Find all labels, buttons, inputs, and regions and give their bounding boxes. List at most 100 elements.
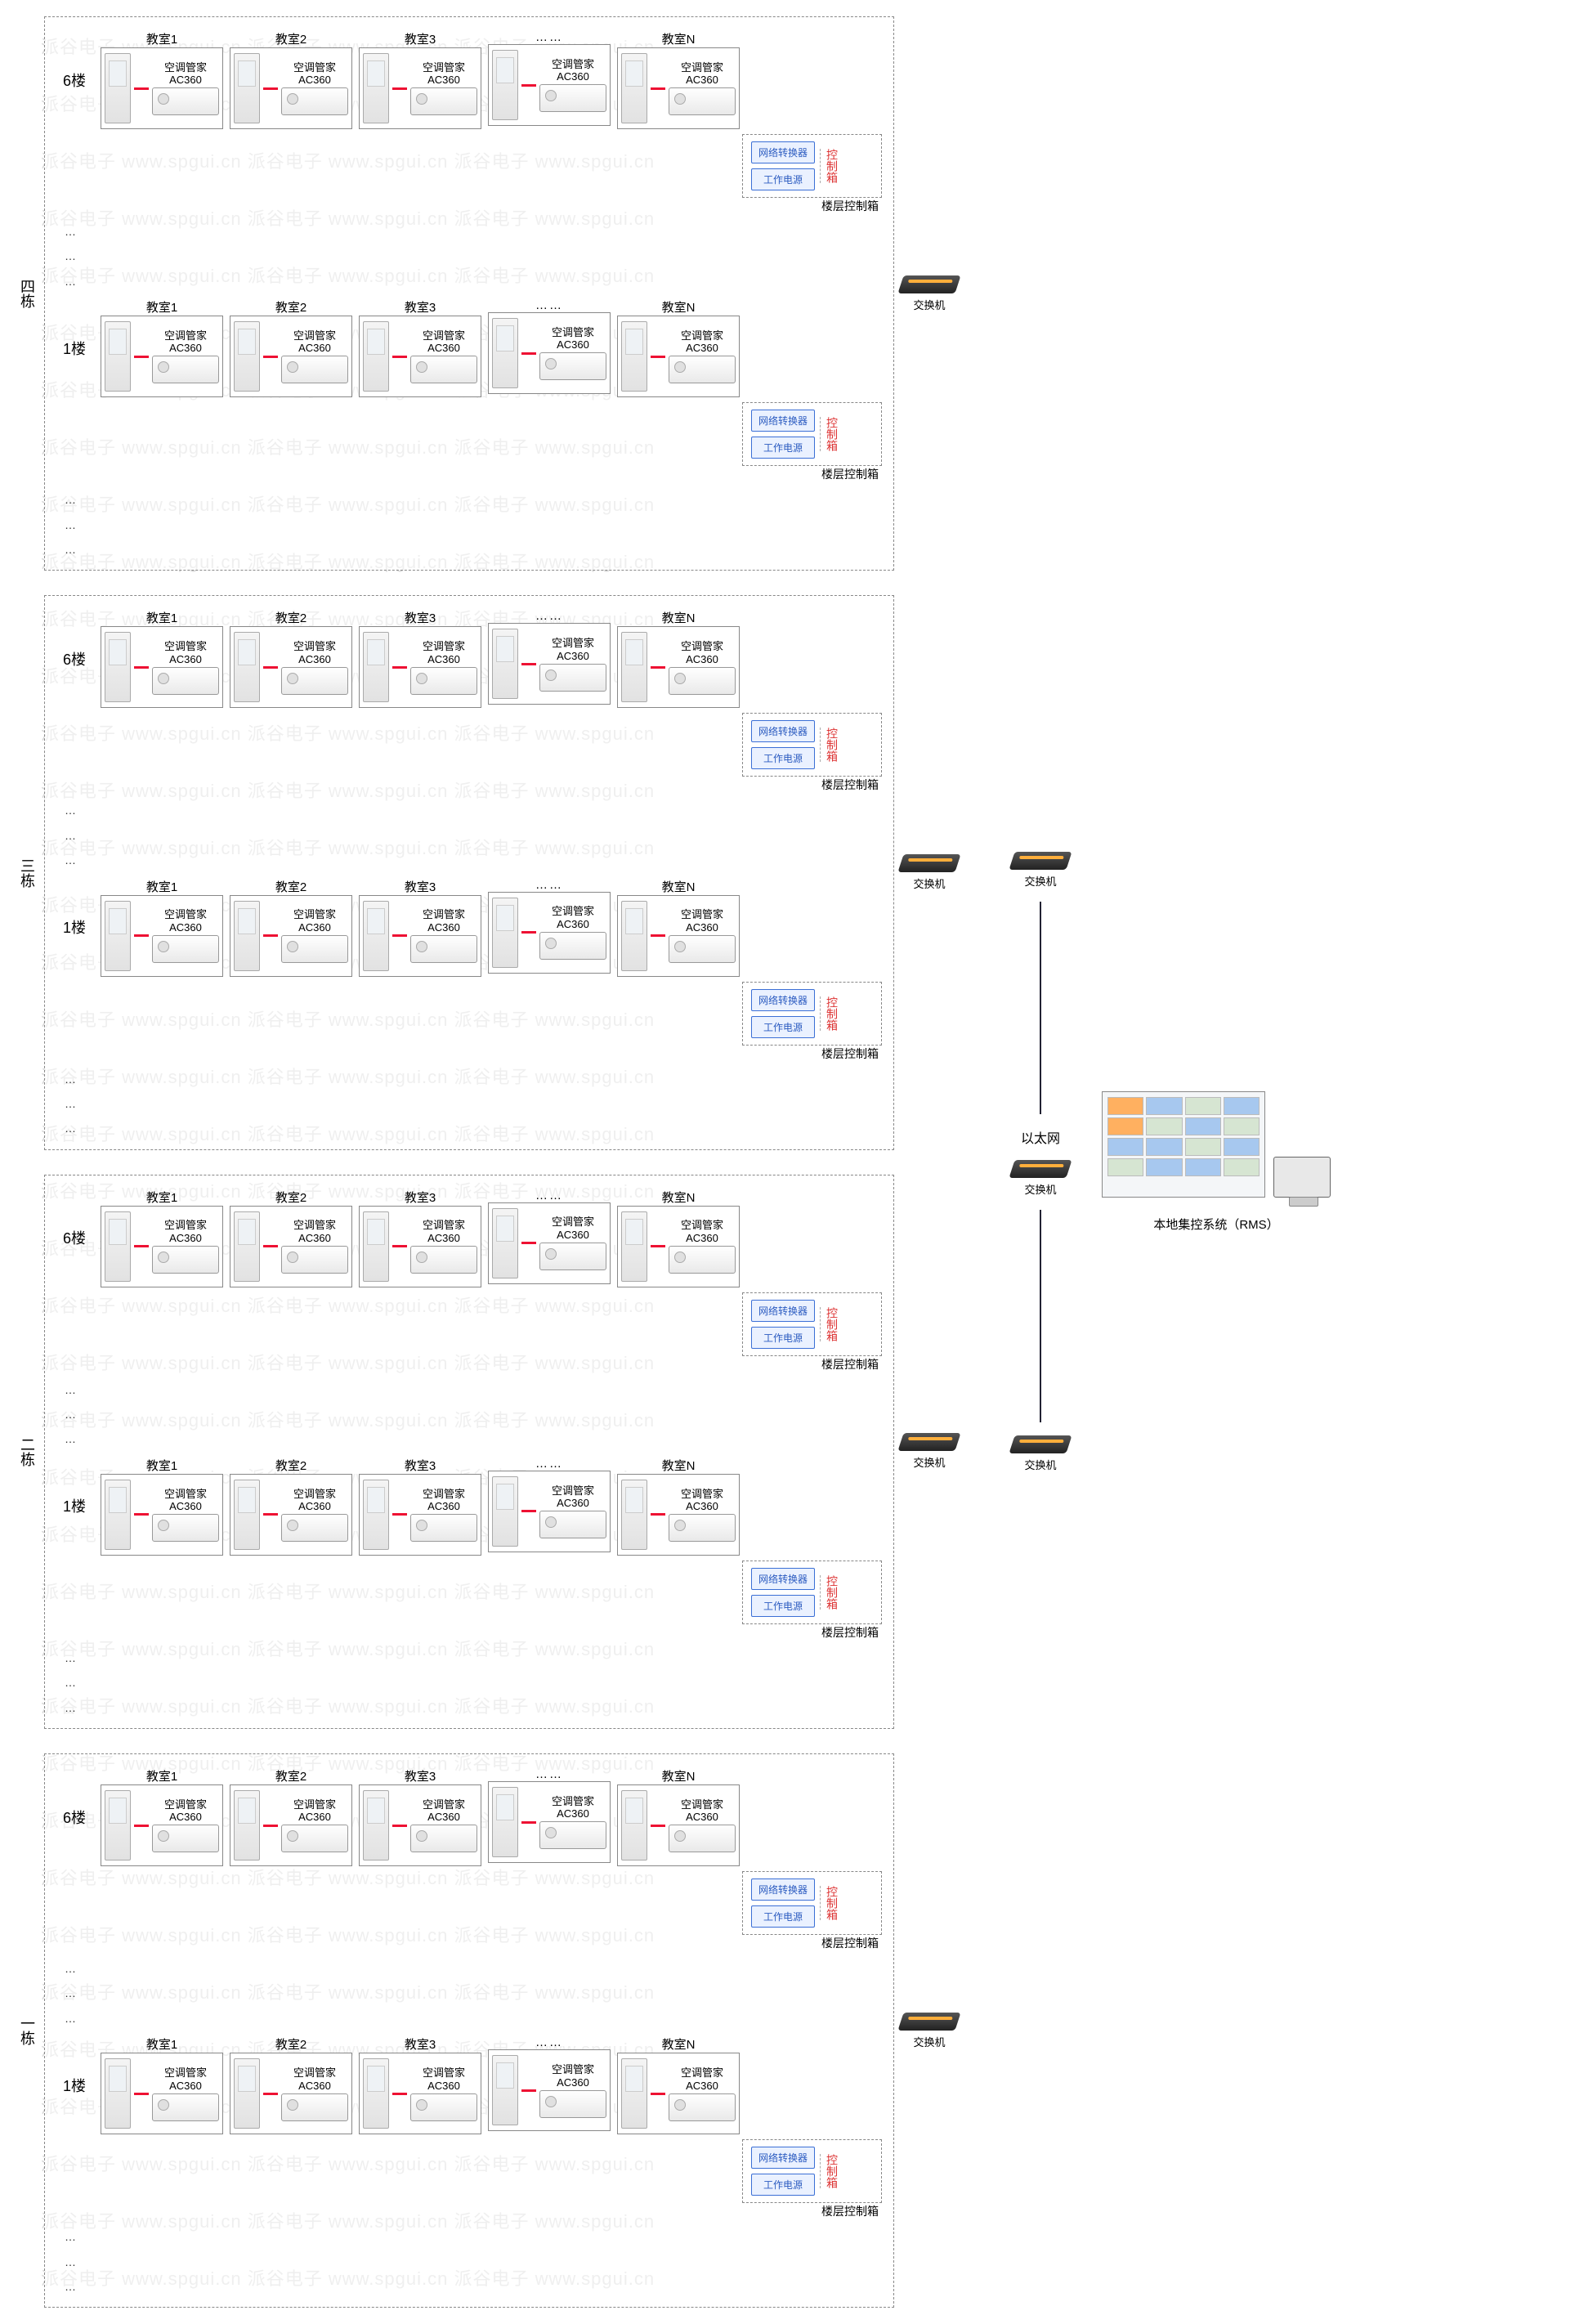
room-box: 空调管家AC360 — [230, 895, 352, 977]
controlbox-caption: 楼层控制箱 — [742, 1935, 879, 1951]
vertical-ellipsis: … — [56, 823, 882, 848]
ac-unit-icon — [234, 53, 260, 123]
ac-unit-icon — [621, 2058, 647, 2129]
power-supply: 工作电源 — [751, 168, 815, 190]
building-label: 四栋 — [16, 279, 38, 308]
room-name: …… — [488, 1189, 611, 1202]
building-switch: 交换机 — [901, 2013, 958, 2049]
controlbox-caption: 楼层控制箱 — [742, 1356, 879, 1372]
floor-row: 6楼教室1空调管家AC360教室2空调管家AC360教室3空调管家AC360……… — [56, 30, 882, 129]
switch-label: 交换机 — [1024, 1457, 1056, 1472]
room-box: 空调管家AC360 — [101, 1474, 223, 1556]
room-box: 空调管家AC360 — [230, 1206, 352, 1287]
power-supply: 工作电源 — [751, 1905, 815, 1928]
controlbox-caption: 楼层控制箱 — [742, 2203, 879, 2219]
controller-model: AC360 — [669, 653, 736, 665]
room-name: 教室1 — [101, 1189, 223, 1206]
connection-line — [651, 1825, 665, 1827]
controller-device-icon — [152, 356, 219, 383]
floor-label: 1楼 — [56, 916, 92, 938]
main-switch-mid: 交换机 — [1012, 1160, 1069, 1197]
vertical-ellipsis: … — [56, 1402, 882, 1426]
switch-icon — [897, 275, 960, 293]
network-converter: 网络转换器 — [751, 141, 815, 163]
switch-label: 交换机 — [913, 875, 945, 891]
pc-icon — [1273, 1157, 1331, 1198]
room-column: 教室3空调管家AC360 — [359, 298, 481, 397]
controller: 空调管家AC360 — [410, 1219, 477, 1274]
controller-device-icon — [152, 2093, 219, 2121]
room-box: 空调管家AC360 — [488, 1471, 611, 1552]
room-name: 教室N — [617, 1767, 740, 1784]
ac-unit-icon — [363, 53, 389, 123]
connection-line — [521, 1510, 536, 1512]
controller: 空调管家AC360 — [152, 1798, 219, 1853]
controller-name: 空调管家 — [152, 1219, 219, 1232]
room-box: 空调管家AC360 — [359, 626, 481, 708]
ac-unit-icon — [363, 901, 389, 971]
room-column: 教室N空调管家AC360 — [617, 1767, 740, 1866]
controlbox-side-label: 控制箱 — [820, 2154, 840, 2188]
controller-name: 空调管家 — [152, 61, 219, 74]
connection-line — [263, 1245, 278, 1247]
controller-device-icon — [410, 667, 477, 695]
network-side: 交换机 以太网 交换机 交换机 — [1012, 852, 1069, 1472]
room-column: 教室2空调管家AC360 — [230, 1457, 352, 1556]
ac-unit-icon — [363, 1480, 389, 1550]
connection-line — [521, 2089, 536, 2092]
building-switch: 交换机 — [901, 854, 958, 891]
controller-model: AC360 — [410, 2080, 477, 2092]
room-name: …… — [488, 30, 611, 44]
ac-unit-icon — [234, 1211, 260, 1282]
controller-name: 空调管家 — [539, 2063, 606, 2076]
controller-name: 空调管家 — [281, 329, 348, 343]
connection-line — [521, 663, 536, 665]
controller: 空调管家AC360 — [539, 58, 606, 113]
room-name: 教室3 — [359, 298, 481, 316]
vertical-ellipsis: … — [56, 1091, 882, 1116]
room-name: 教室N — [617, 30, 740, 47]
building-label: 三栋 — [16, 858, 38, 888]
controller-model: AC360 — [281, 74, 348, 86]
ac-unit-icon — [492, 2055, 518, 2125]
controller: 空调管家AC360 — [410, 1798, 477, 1853]
room-name: …… — [488, 2035, 611, 2049]
controller: 空调管家AC360 — [281, 329, 348, 384]
controller-model: AC360 — [281, 1500, 348, 1512]
vertical-ellipsis: … — [56, 219, 882, 244]
controller-name: 空调管家 — [539, 637, 606, 650]
floor-row: 6楼教室1空调管家AC360教室2空调管家AC360教室3空调管家AC360……… — [56, 1767, 882, 1866]
room-column: 教室3空调管家AC360 — [359, 878, 481, 977]
room-column: …… 空调管家AC360 — [488, 30, 611, 129]
building-label: 二栋 — [16, 1437, 38, 1466]
ac-unit-icon — [492, 50, 518, 120]
controller-model: AC360 — [539, 338, 606, 351]
controller: 空调管家AC360 — [281, 1219, 348, 1274]
room-name: 教室N — [617, 609, 740, 626]
room-name: 教室3 — [359, 878, 481, 895]
switch-label: 交换机 — [1024, 1181, 1056, 1197]
room-column: 教室N空调管家AC360 — [617, 30, 740, 129]
controller-model: AC360 — [281, 653, 348, 665]
controlbox-row: 网络转换器工作电源控制箱楼层控制箱 — [56, 1561, 882, 1641]
room-box: 空调管家AC360 — [617, 2053, 740, 2134]
controlbox-row: 网络转换器工作电源控制箱楼层控制箱 — [56, 1292, 882, 1372]
room-column: 教室2空调管家AC360 — [230, 878, 352, 977]
controlbox-row: 网络转换器工作电源控制箱楼层控制箱 — [56, 2139, 882, 2219]
controller: 空调管家AC360 — [539, 1795, 606, 1850]
ac-unit-icon — [621, 321, 647, 392]
floor-row: 1楼教室1空调管家AC360教室2空调管家AC360教室3空调管家AC360……… — [56, 2035, 882, 2134]
floor-control-box: 网络转换器工作电源控制箱 — [742, 134, 882, 198]
controller-model: AC360 — [669, 342, 736, 354]
controller-model: AC360 — [669, 1232, 736, 1244]
floor-control-box: 网络转换器工作电源控制箱 — [742, 1871, 882, 1935]
controller-model: AC360 — [410, 653, 477, 665]
floor-row: 1楼教室1空调管家AC360教室2空调管家AC360教室3空调管家AC360……… — [56, 1457, 882, 1556]
controller-model: AC360 — [410, 74, 477, 86]
room-name: 教室2 — [230, 30, 352, 47]
room-name: 教室3 — [359, 609, 481, 626]
controller-name: 空调管家 — [539, 326, 606, 339]
controller: 空调管家AC360 — [539, 1484, 606, 1539]
controller-name: 空调管家 — [410, 2067, 477, 2080]
network-converter: 网络转换器 — [751, 989, 815, 1011]
